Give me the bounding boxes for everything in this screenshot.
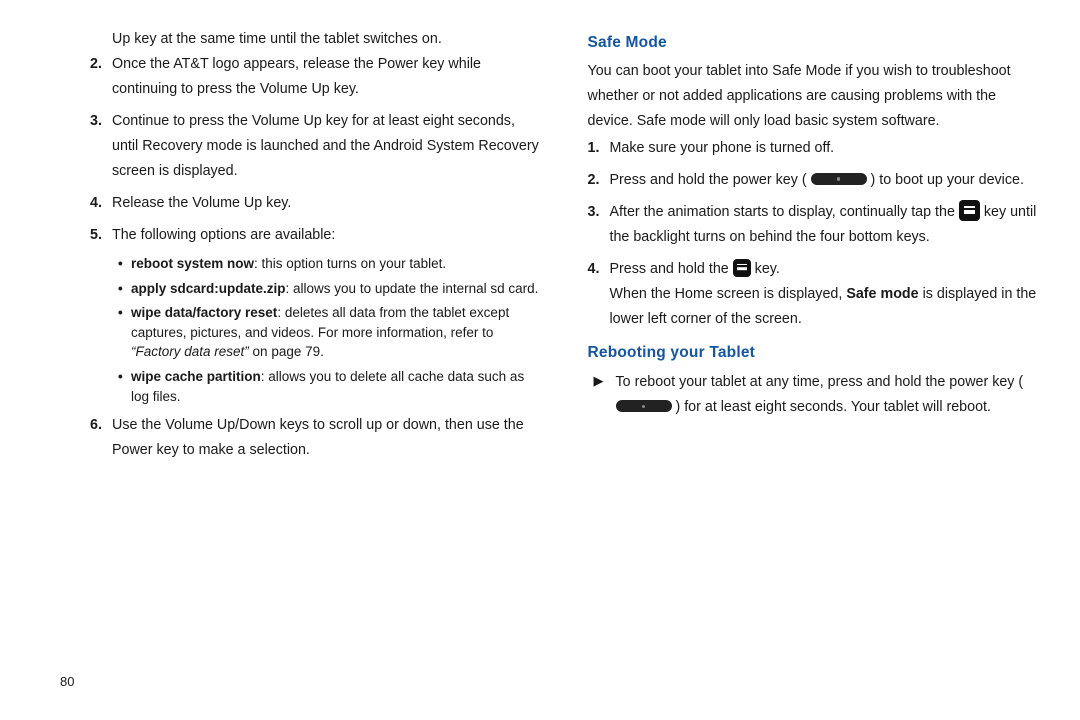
rebooting-heading: Rebooting your Tablet <box>588 339 1041 366</box>
option-crossref-page: on page 79. <box>253 344 324 359</box>
option-reboot: reboot system now: this option turns on … <box>118 254 543 274</box>
step-marker: 3. <box>90 109 102 134</box>
recovery-options: reboot system now: this option turns on … <box>118 254 543 406</box>
safe-mode-step-4: 4. Press and hold the key. When the Home… <box>588 257 1041 332</box>
right-column: Safe Mode You can boot your tablet into … <box>588 25 1041 470</box>
continuation-line: Up key at the same time until the tablet… <box>112 27 543 52</box>
step-text-b: ) to boot up your device. <box>867 172 1024 188</box>
menu-key-icon <box>959 200 980 221</box>
option-wipe-data: wipe data/factory reset: deletes all dat… <box>118 303 543 362</box>
step-text-a: Press and hold the <box>610 261 733 277</box>
step-text: Continue to press the Volume Up key for … <box>112 113 539 179</box>
step-text: Once the AT&T logo appears, release the … <box>112 56 481 97</box>
step-marker: 6. <box>90 413 102 438</box>
menu-key-icon <box>733 259 751 277</box>
step-text-a: After the animation starts to display, c… <box>610 204 959 220</box>
power-key-icon <box>811 173 867 185</box>
left-column: Up key at the same time until the tablet… <box>45 25 543 470</box>
recovery-step-4: 4. Release the Volume Up key. <box>90 191 543 216</box>
option-apply-sdcard: apply sdcard:update.zip: allows you to u… <box>118 279 543 299</box>
step-text: Release the Volume Up key. <box>112 195 291 211</box>
step-marker: 5. <box>90 223 102 248</box>
step-marker: 2. <box>588 168 600 193</box>
step-text: The following options are available: <box>112 227 335 243</box>
option-wipe-cache: wipe cache partition: allows you to dele… <box>118 367 543 406</box>
step-4-followup: When the Home screen is displayed, Safe … <box>610 282 1041 332</box>
safe-mode-step-2: 2. Press and hold the power key ( ) to b… <box>588 168 1041 193</box>
option-desc: : allows you to update the internal sd c… <box>286 281 539 296</box>
safe-mode-step-3: 3. After the animation starts to display… <box>588 200 1041 250</box>
step-marker: 4. <box>90 191 102 216</box>
option-name: wipe data/factory reset <box>131 305 277 320</box>
recovery-step-3: 3. Continue to press the Volume Up key f… <box>90 109 543 184</box>
safe-mode-steps: 1. Make sure your phone is turned off. 2… <box>588 136 1041 332</box>
step-marker: 1. <box>588 136 600 161</box>
step-text-a: Press and hold the power key ( <box>610 172 811 188</box>
page-number: 80 <box>60 671 74 694</box>
safe-mode-intro: You can boot your tablet into Safe Mode … <box>588 59 1041 134</box>
option-crossref: “Factory data reset” <box>131 344 253 359</box>
reboot-instruction: To reboot your tablet at any time, press… <box>588 370 1041 420</box>
step-text-b: key. <box>751 261 780 277</box>
safe-mode-label: Safe mode <box>846 286 918 302</box>
reboot-text-a: To reboot your tablet at any time, press… <box>616 374 1024 390</box>
step-marker: 3. <box>588 200 600 225</box>
recovery-step-5: 5. The following options are available: … <box>90 223 543 406</box>
followup-a: When the Home screen is displayed, <box>610 286 847 302</box>
recovery-step-6: 6. Use the Volume Up/Down keys to scroll… <box>90 413 543 463</box>
step-text: Make sure your phone is turned off. <box>610 140 835 156</box>
page-columns: Up key at the same time until the tablet… <box>0 0 1080 470</box>
step-text: Use the Volume Up/Down keys to scroll up… <box>112 417 524 458</box>
recovery-steps: 2. Once the AT&T logo appears, release t… <box>90 52 543 463</box>
safe-mode-heading: Safe Mode <box>588 29 1041 56</box>
recovery-step-2: 2. Once the AT&T logo appears, release t… <box>90 52 543 102</box>
step-marker: 2. <box>90 52 102 77</box>
option-name: wipe cache partition <box>131 369 261 384</box>
reboot-text-b: ) for at least eight seconds. Your table… <box>672 399 991 415</box>
option-name: apply sdcard:update.zip <box>131 281 286 296</box>
step-marker: 4. <box>588 257 600 282</box>
option-name: reboot system now <box>131 256 254 271</box>
option-desc: : this option turns on your tablet. <box>254 256 446 271</box>
power-key-icon <box>616 400 672 412</box>
safe-mode-step-1: 1. Make sure your phone is turned off. <box>588 136 1041 161</box>
